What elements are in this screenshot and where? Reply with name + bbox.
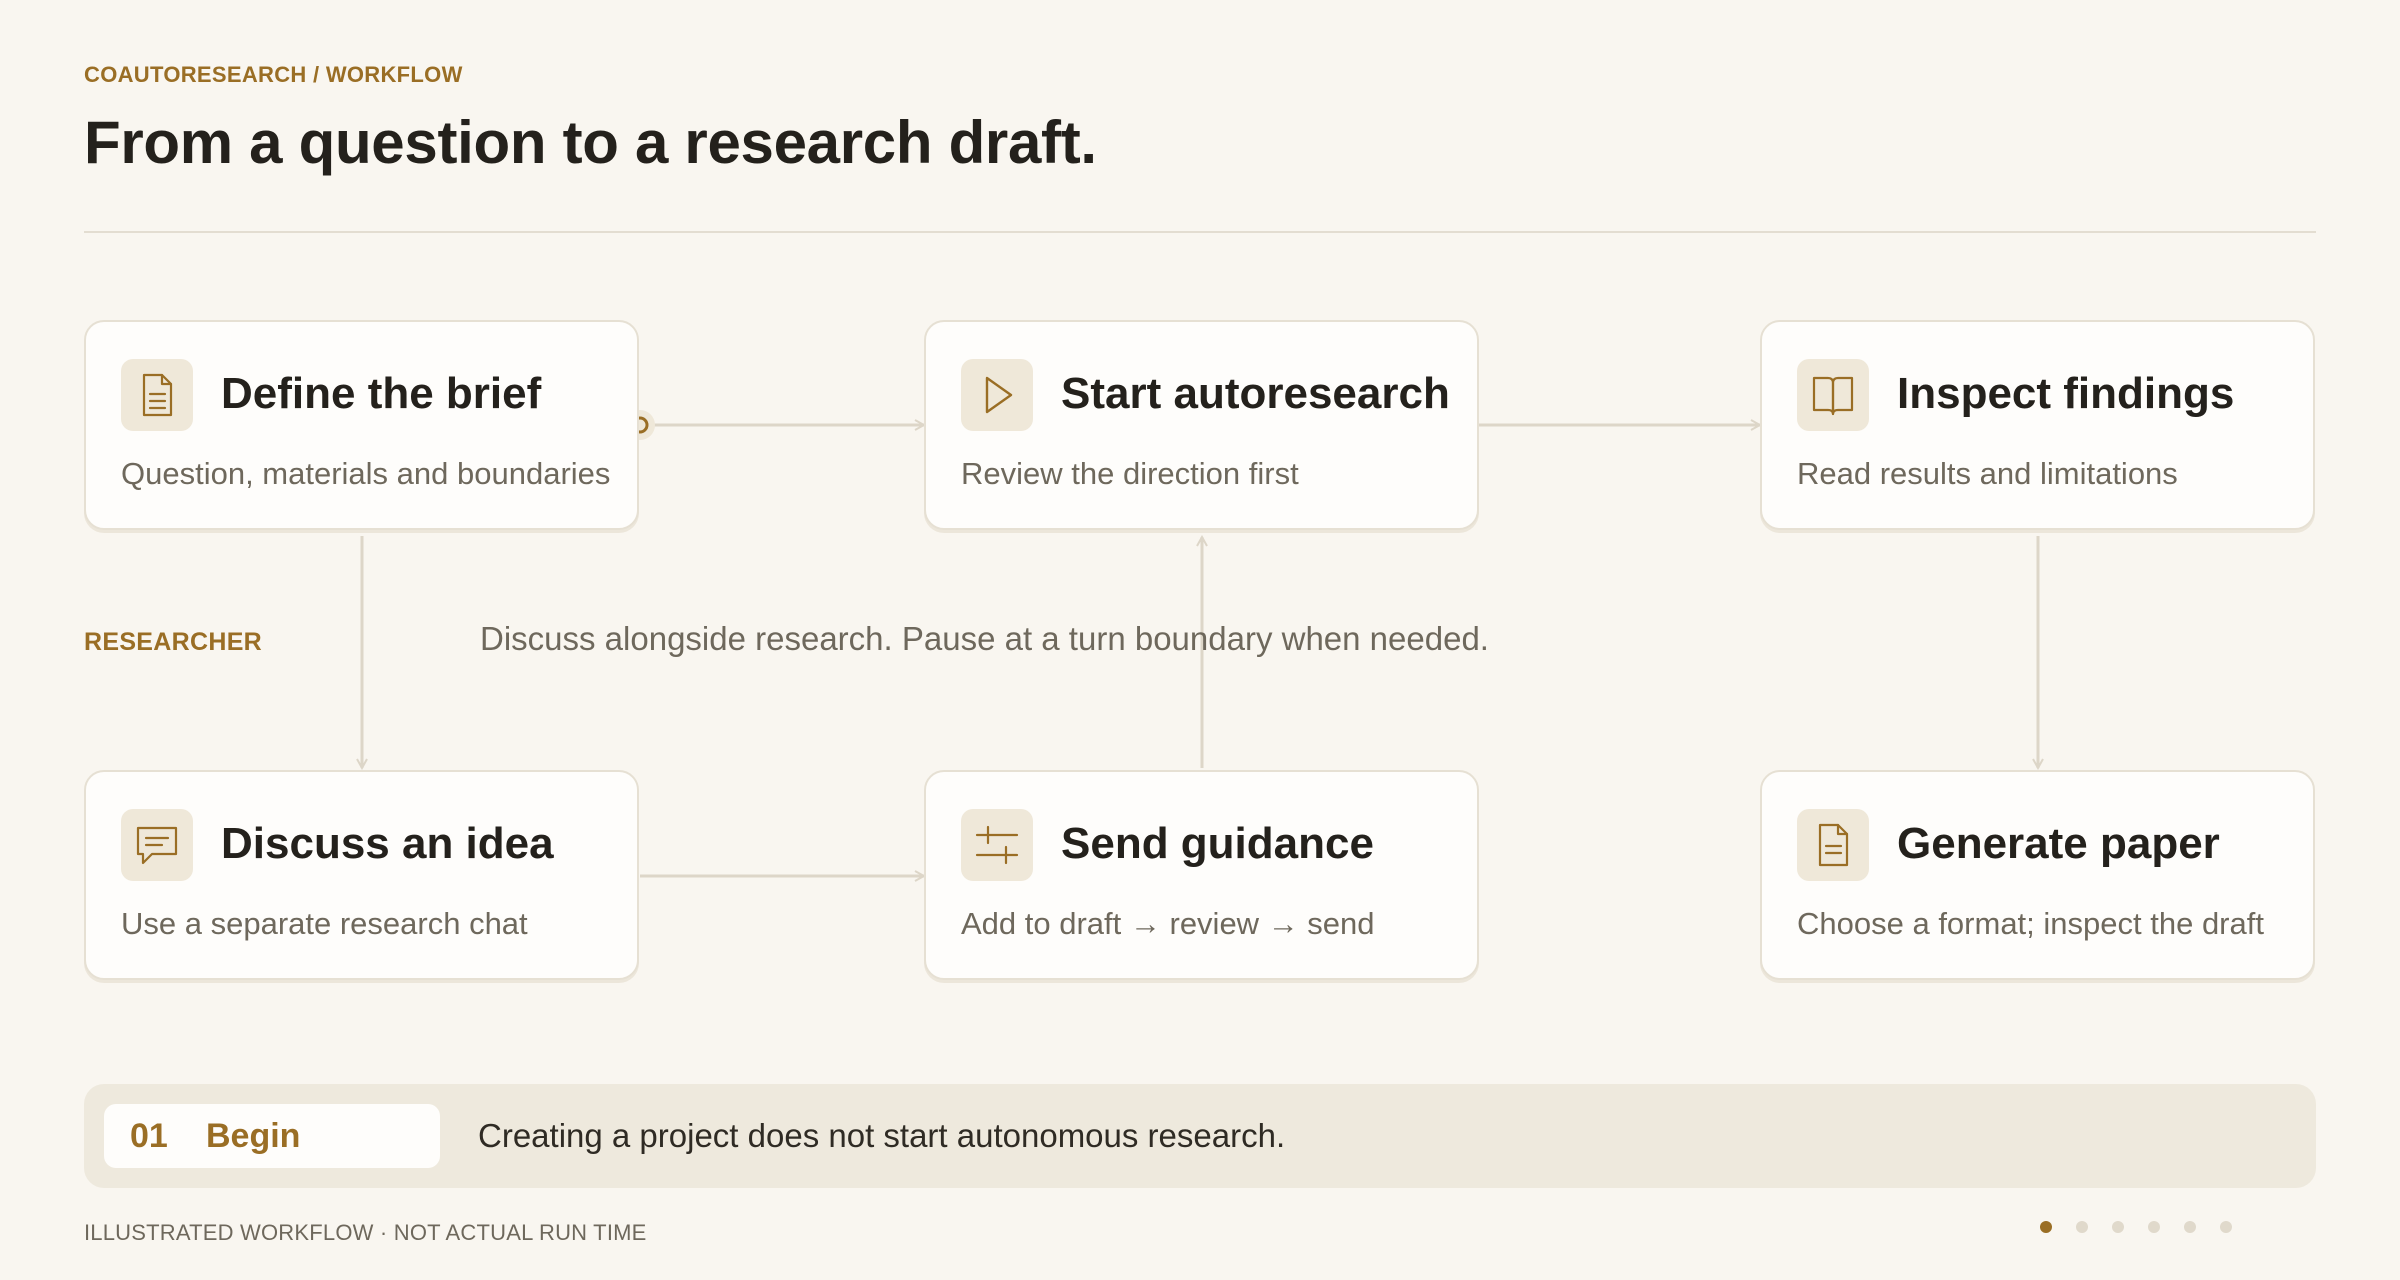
step-panel: 01 Begin Creating a project does not sta… [84,1084,2316,1188]
pagination-dot[interactable] [2184,1221,2196,1233]
pagination-dot[interactable] [2148,1221,2160,1233]
card-discuss-idea[interactable]: Discuss an idea Use a separate research … [84,770,639,980]
card-subtitle: Choose a format; inspect the draft [1797,906,2264,941]
pagination-dot[interactable] [2220,1221,2232,1233]
footer-note: ILLUSTRATED WORKFLOW · NOT ACTUAL RUN TI… [84,1220,647,1245]
lane-note: Discuss alongside research. Pause at a t… [480,620,1489,657]
header-divider [84,231,2316,233]
card-inspect-findings[interactable]: Inspect findings Read results and limita… [1760,320,2315,530]
card-title: Start autoresearch [1061,369,1450,418]
card-start-autoresearch[interactable]: Start autoresearch Review the direction … [924,320,1479,530]
lane-role-label: RESEARCHER [84,628,263,656]
card-title: Generate paper [1897,819,2220,868]
chat-icon [121,809,193,881]
book-icon [1797,359,1869,431]
step-label: Begin [206,1117,301,1155]
card-define-brief[interactable]: Define the brief Question, materials and… [84,320,639,530]
breadcrumb: COAUTORESEARCH / WORKFLOW [84,62,463,87]
pagination-dot[interactable] [2076,1221,2088,1233]
card-subtitle: Use a separate research chat [121,906,528,941]
document-icon [1797,809,1869,881]
pagination-dot[interactable] [2112,1221,2124,1233]
card-subtitle: Review the direction first [961,456,1299,491]
pagination-dots [2040,1221,2256,1233]
card-title: Discuss an idea [221,819,554,868]
page-title: From a question to a research draft. [84,109,1097,176]
card-subtitle: Read results and limitations [1797,456,2178,491]
step-pill[interactable]: 01 Begin [104,1104,440,1168]
card-title: Send guidance [1061,819,1374,868]
card-title: Inspect findings [1897,369,2235,418]
step-description: Creating a project does not start autono… [478,1117,1286,1154]
card-generate-paper[interactable]: Generate paper Choose a format; inspect … [1760,770,2315,980]
sliders-icon [961,809,1033,881]
step-number: 01 [130,1117,168,1155]
card-title: Define the brief [221,369,542,418]
card-send-guidance[interactable]: Send guidance Add to draft → review → se… [924,770,1479,980]
pagination-dot[interactable] [2040,1221,2052,1233]
card-subtitle: Question, materials and boundaries [121,456,611,491]
document-icon [121,359,193,431]
card-subtitle: Add to draft → review → send [961,906,1375,941]
play-icon [961,359,1033,431]
